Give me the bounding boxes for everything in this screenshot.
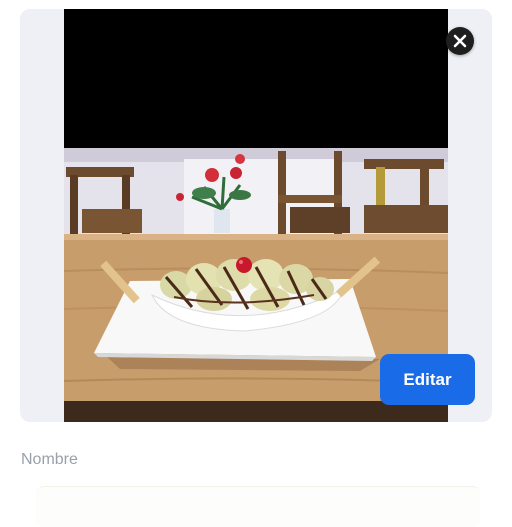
name-field-label: Nombre — [21, 451, 78, 468]
close-icon — [453, 34, 467, 48]
close-button[interactable] — [446, 27, 474, 55]
edit-button[interactable]: Editar — [380, 354, 475, 405]
name-input[interactable] — [36, 486, 480, 527]
